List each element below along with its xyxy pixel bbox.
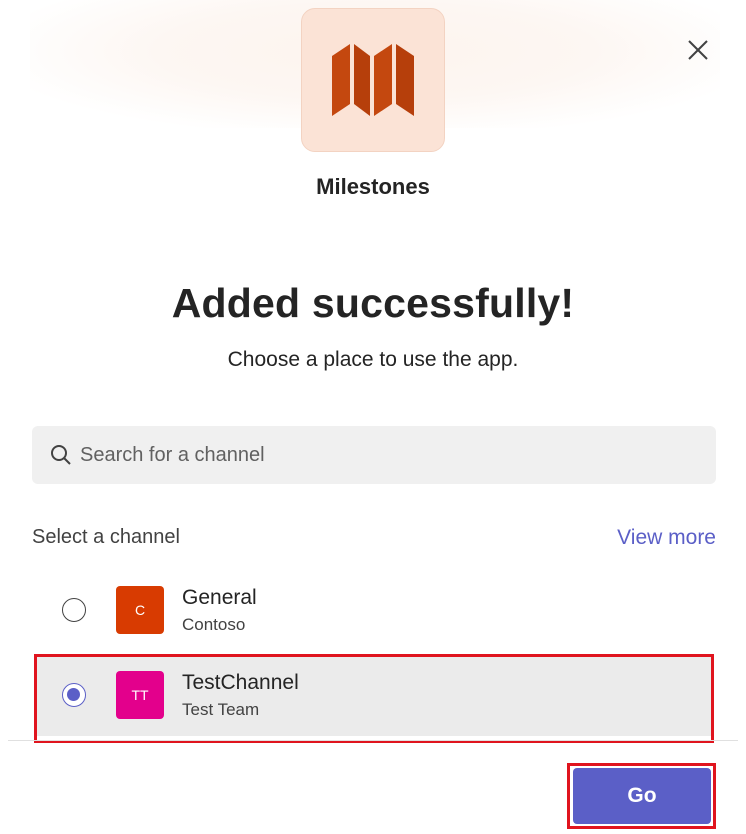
radio-selected-dot	[67, 688, 80, 701]
select-channel-label: Select a channel	[32, 526, 180, 548]
team-name: Contoso	[182, 615, 246, 634]
search-icon	[51, 445, 71, 465]
channel-name: TestChannel	[182, 671, 299, 694]
success-headline: Added successfully!	[171, 280, 575, 326]
channel-search-input[interactable]	[80, 443, 680, 467]
channel-search-box[interactable]	[32, 426, 716, 484]
app-icon-tile	[301, 8, 445, 152]
milestones-map-icon	[332, 44, 414, 116]
team-name: Test Team	[182, 700, 260, 719]
channel-avatar-general: C	[116, 586, 164, 634]
go-button[interactable]: Go	[573, 768, 711, 824]
channel-radio-testchannel[interactable]	[62, 683, 86, 707]
close-icon	[688, 40, 708, 60]
channel-radio-general[interactable]	[62, 598, 86, 622]
footer-divider	[8, 740, 738, 741]
channel-avatar-testchannel: TT	[116, 671, 164, 719]
view-more-link[interactable]: View more	[617, 526, 716, 550]
channel-name: General	[182, 586, 257, 609]
close-button[interactable]	[680, 32, 716, 68]
app-name: Milestones	[316, 174, 430, 199]
channel-row-testchannel[interactable]: TT TestChannel Test Team	[36, 654, 712, 736]
channel-row-general[interactable]: C General Contoso	[36, 569, 712, 651]
instruction-text: Choose a place to use the app.	[227, 348, 519, 371]
